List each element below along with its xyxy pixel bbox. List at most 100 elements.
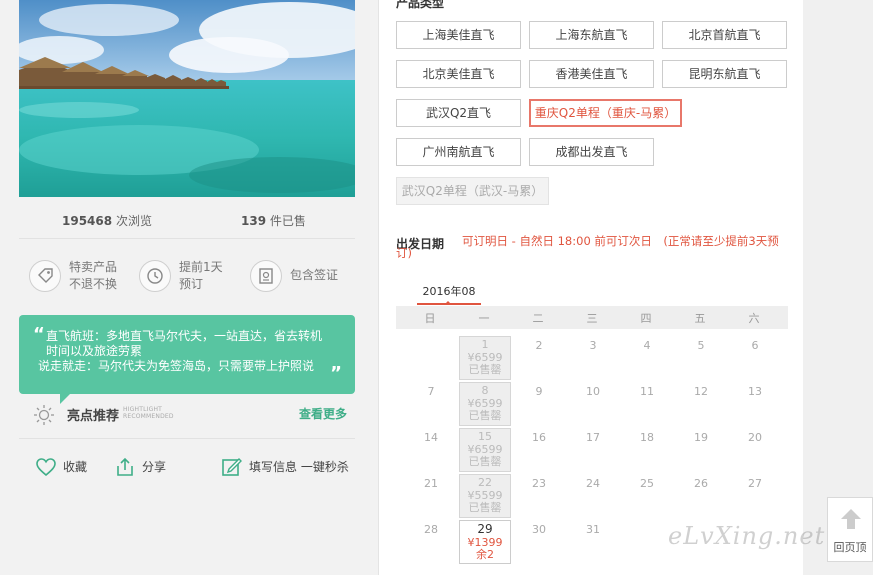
weekday-label: 三 [586, 312, 598, 325]
day-number: 18 [640, 431, 654, 444]
product-type-option-selected[interactable]: 重庆Q2单程（重庆-马累） [529, 99, 682, 127]
calendar-day: 26 [675, 474, 727, 518]
calendar-day-soldout: 22 ¥5599 已售罄 [459, 474, 511, 518]
day-number: 23 [532, 477, 546, 490]
day-number: 8 [481, 384, 489, 397]
day-number: 13 [748, 385, 762, 398]
day-number: 15 [478, 430, 492, 443]
views-label: 次浏览 [115, 214, 152, 228]
calendar-day: 10 [567, 382, 619, 426]
product-type-option[interactable]: 成都出发直飞 [529, 138, 654, 166]
calendar-day: 5 [675, 336, 727, 380]
day-number: 10 [586, 385, 600, 398]
day-number: 3 [589, 339, 597, 352]
day-number: 30 [532, 523, 546, 536]
calendar-day: 25 [621, 474, 673, 518]
calendar-day: 7 [405, 382, 457, 426]
calendar-day: 2 [513, 336, 565, 380]
highlight-subtitle-line: HIGHTLIGHT [123, 406, 163, 413]
product-type-option[interactable]: 广州南航直飞 [396, 138, 521, 166]
weekday-label: 二 [532, 312, 544, 325]
calendar-day: 14 [405, 428, 457, 472]
day-number: 29 [477, 522, 493, 536]
day-number: 22 [478, 476, 492, 489]
product-type-option[interactable]: 昆明东航直飞 [662, 60, 787, 88]
calendar-day: 24 [567, 474, 619, 518]
day-status: 已售罄 [468, 409, 502, 422]
back-to-top-button[interactable]: 回页顶 [827, 497, 873, 562]
calendar-day-available[interactable]: 29 ¥1399 余2 [459, 520, 511, 564]
month-indicator-arrow [444, 301, 452, 305]
calendar-day: 30 [513, 520, 565, 564]
highlight-line: 直飞航班：多地直飞马尔代夫，一站直达，省去转机 [46, 329, 323, 343]
product-type-option-disabled: 武汉Q2单程（武汉-马累） [396, 177, 549, 205]
heart-icon [35, 456, 57, 485]
sold-label: 件已售 [269, 214, 306, 228]
product-type-option[interactable]: 北京首航直飞 [662, 21, 787, 49]
calendar-day: 27 [729, 474, 781, 518]
product-type-option[interactable]: 上海美佳直飞 [396, 21, 521, 49]
page-margin [803, 0, 873, 575]
fill-info-label: 填写信息 一键秒杀 [249, 460, 349, 474]
calendar-day: 19 [675, 428, 727, 472]
weekday-label: 日 [424, 312, 436, 325]
weekday-label: 五 [694, 312, 706, 325]
highlight-subtitle: HIGHTLIGHT RECOMMENDED [123, 406, 174, 420]
feature-line2: 预订 [179, 277, 204, 291]
calendar-day: 16 [513, 428, 565, 472]
booking-panel: 产品类型 上海美佳直飞 上海东航直飞 北京首航直飞 北京美佳直飞 香港美佳直飞 … [378, 0, 805, 575]
day-number: 20 [748, 431, 762, 444]
highlight-box: “ 直飞航班：多地直飞马尔代夫，一站直达，省去转机 时间以及旅途劳累 说走就走：… [19, 315, 355, 394]
calendar-day: 18 [621, 428, 673, 472]
day-number: 2 [535, 339, 543, 352]
day-remaining: 余2 [476, 548, 494, 561]
product-type-option[interactable]: 上海东航直飞 [529, 21, 654, 49]
passport-icon [250, 260, 282, 292]
day-number: 27 [748, 477, 762, 490]
month-label: 2016年08 [422, 285, 476, 298]
share-icon [114, 456, 136, 485]
day-status: 已售罄 [468, 455, 502, 468]
day-number: 11 [640, 385, 654, 398]
product-type-option[interactable]: 香港美佳直飞 [529, 60, 654, 88]
day-number: 21 [424, 477, 438, 490]
edit-icon [221, 456, 243, 485]
sales-stats: 195468 次浏览 139 件已售 [19, 204, 355, 239]
day-number: 12 [694, 385, 708, 398]
views-count: 195468 [62, 214, 113, 228]
product-type-option[interactable]: 武汉Q2直飞 [396, 99, 521, 127]
day-number: 4 [643, 339, 651, 352]
product-type-option[interactable]: 北京美佳直飞 [396, 60, 521, 88]
day-number: 9 [535, 385, 543, 398]
day-number: 5 [697, 339, 705, 352]
arrow-up-icon [838, 506, 864, 536]
highlight-footer: 亮点推荐 HIGHTLIGHT RECOMMENDED 查看更多 [19, 398, 355, 439]
feature-line1: 提前1天 [179, 260, 223, 274]
highlight-subtitle-line: RECOMMENDED [123, 413, 174, 420]
calendar-day: 13 [729, 382, 781, 426]
view-more-link[interactable]: 查看更多 [299, 405, 347, 422]
day-status: 已售罄 [468, 363, 502, 376]
open-quote-icon: “ [33, 324, 45, 345]
feature-line1: 特卖产品 [69, 260, 118, 274]
day-number: 26 [694, 477, 708, 490]
calendar-day: 6 [729, 336, 781, 380]
day-number: 25 [640, 477, 654, 490]
month-tab[interactable]: 2016年08 [417, 283, 481, 305]
action-bar: 收藏 分享 填写信息 一键秒杀 [19, 446, 355, 486]
feature-list: 特卖产品 不退不换 提前1天 预订 包含签证 [19, 248, 355, 306]
calendar-weekday-header: 日 一 二 三 四 五 六 [396, 306, 788, 329]
feature-line2: 不退不换 [69, 277, 118, 291]
calendar-day: 31 [567, 520, 619, 564]
hero-image [19, 0, 355, 197]
weekday-label: 六 [748, 312, 760, 325]
product-summary-column: 195468 次浏览 139 件已售 特卖产品 不退不换 提前1天 预订 包含签… [0, 0, 378, 575]
calendar-day: 12 [675, 382, 727, 426]
highlight-title: 亮点推荐 [67, 409, 120, 424]
calendar-day: 17 [567, 428, 619, 472]
watermark: eLvXing.net [668, 522, 826, 550]
day-number: 31 [586, 523, 600, 536]
share-label: 分享 [142, 460, 167, 474]
favorite-label: 收藏 [63, 460, 88, 474]
calendar-day: 11 [621, 382, 673, 426]
